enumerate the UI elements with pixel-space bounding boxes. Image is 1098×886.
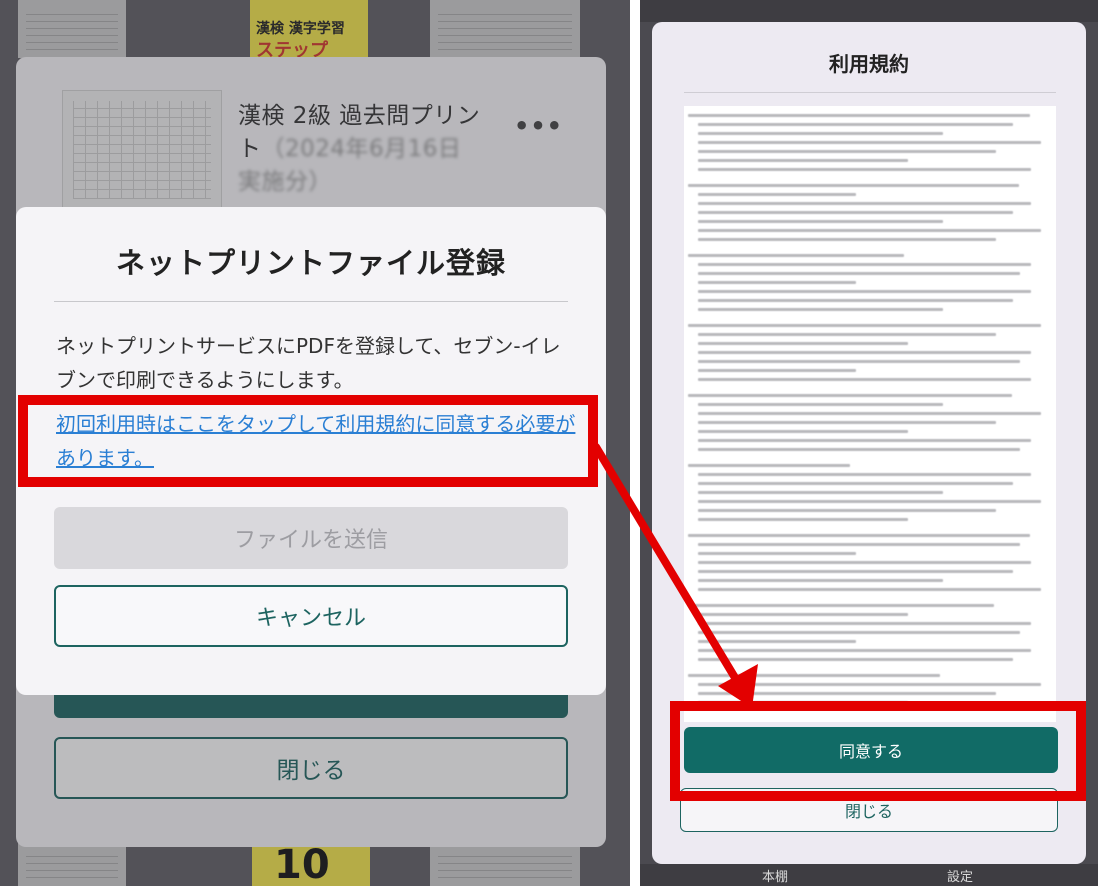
terms-text-line	[698, 290, 1031, 293]
terms-text-line	[698, 640, 856, 643]
tab-bookshelf[interactable]: 本棚	[762, 866, 788, 885]
terms-text-line	[698, 622, 1031, 625]
terms-title: 利用規約	[829, 52, 909, 76]
terms-text-line	[698, 561, 1031, 564]
terms-text-line	[698, 342, 908, 345]
terms-text-line	[698, 299, 1013, 302]
terms-text-line	[698, 448, 1020, 451]
terms-text-line	[698, 482, 1013, 485]
terms-text-line	[698, 543, 1020, 546]
terms-text-line	[698, 570, 1013, 573]
terms-text-line	[698, 132, 943, 135]
terms-text-line	[698, 692, 996, 695]
terms-text-line	[698, 683, 1041, 686]
terms-text-line	[698, 202, 1031, 205]
terms-text-line	[688, 464, 850, 467]
terms-text-line	[698, 333, 996, 336]
terms-text-line	[698, 552, 856, 555]
divider	[54, 301, 568, 302]
divider	[684, 92, 1056, 93]
tab-settings[interactable]: 設定	[947, 866, 973, 885]
terms-text-line	[688, 604, 994, 607]
terms-text-line	[688, 394, 1012, 397]
terms-text-line	[698, 588, 1041, 591]
terms-text-line	[698, 658, 1013, 661]
terms-text-line	[698, 421, 996, 424]
terms-text-line	[688, 674, 940, 677]
terms-text-line	[698, 211, 1013, 214]
terms-text-line	[698, 378, 1031, 381]
dialog-description: ネットプリントサービスにPDFを登録して、セブン-イレブンで印刷できるようにしま…	[56, 334, 561, 392]
terms-text-line	[698, 281, 856, 284]
terms-text-line	[698, 412, 1041, 415]
cancel-button[interactable]: キャンセル	[54, 585, 568, 647]
terms-text-line	[698, 509, 996, 512]
highlight-box-terms-link	[18, 395, 598, 487]
terms-text-line	[698, 159, 908, 162]
terms-text-line	[698, 491, 943, 494]
terms-text-line	[688, 114, 1030, 117]
terms-text-line	[698, 500, 1041, 503]
send-file-button[interactable]: ファイルを送信	[54, 507, 568, 569]
dialog-title: ネットプリントファイル登録	[115, 246, 506, 280]
terms-text-line	[698, 272, 1020, 275]
terms-text-line	[698, 439, 1031, 442]
terms-text-line	[688, 254, 904, 257]
terms-text-line	[698, 123, 1013, 126]
terms-text-line	[688, 324, 1041, 327]
terms-text-line	[698, 518, 908, 521]
terms-text-line	[698, 220, 943, 223]
terms-text-line	[698, 168, 1031, 171]
terms-text-line	[688, 534, 1030, 537]
terms-text-line	[698, 238, 996, 241]
terms-text-line	[698, 308, 943, 311]
terms-text-line	[698, 263, 1031, 266]
terms-text-line	[698, 351, 1031, 354]
terms-text-line	[698, 229, 1041, 232]
highlight-box-agree-button	[670, 701, 1086, 801]
terms-text-line	[698, 141, 1041, 144]
terms-text-line	[698, 631, 1020, 634]
terms-text-line	[698, 360, 1020, 363]
terms-text-line	[698, 613, 908, 616]
terms-text-line	[698, 430, 908, 433]
terms-text-line	[698, 649, 1031, 652]
terms-text-line	[698, 369, 856, 372]
terms-text-line	[698, 403, 943, 406]
terms-text-line	[698, 193, 856, 196]
terms-text-line	[698, 150, 996, 153]
terms-text-line	[698, 579, 943, 582]
terms-document[interactable]	[684, 106, 1056, 722]
top-bar	[640, 0, 1098, 22]
tab-bar	[640, 864, 1098, 886]
terms-text-line	[698, 473, 1031, 476]
terms-text-line	[688, 184, 1019, 187]
